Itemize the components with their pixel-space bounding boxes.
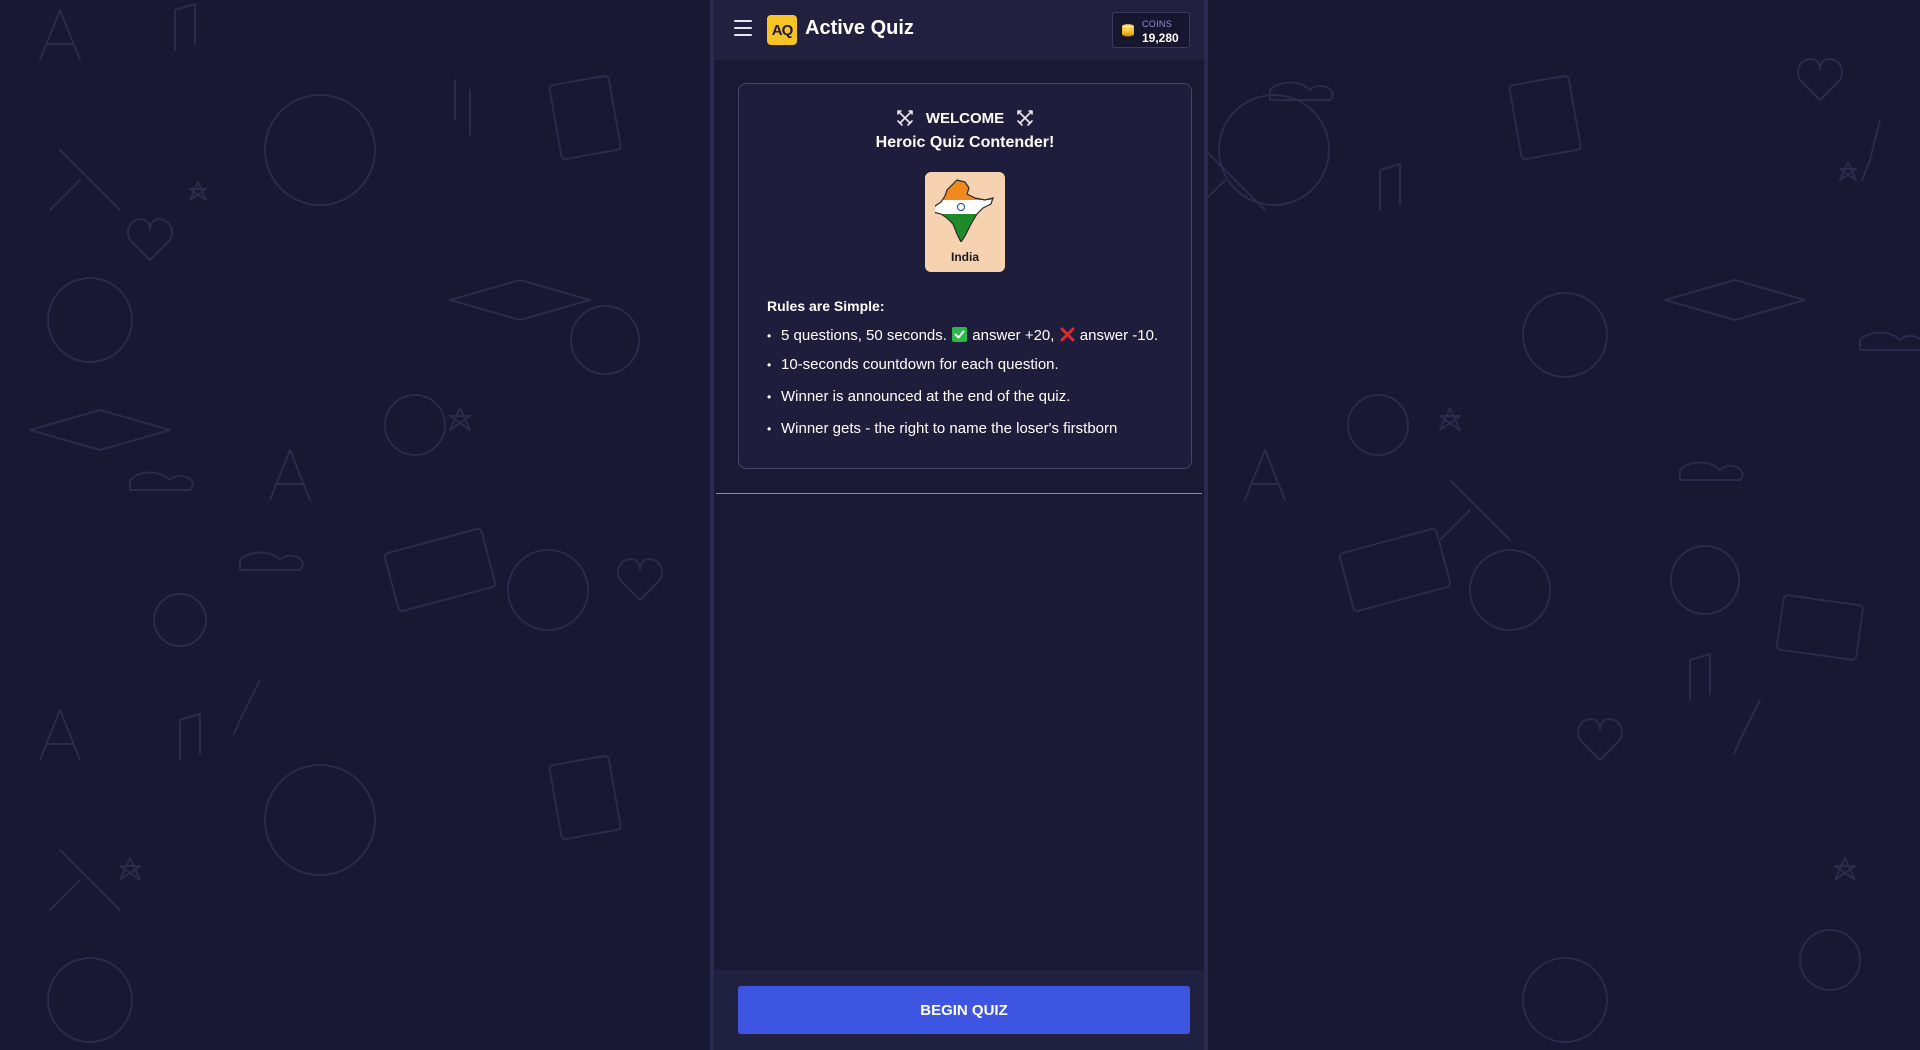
topic-card-india[interactable]: India — [925, 172, 1005, 272]
rule-1-part1: 5 questions, 50 seconds. — [781, 327, 947, 344]
hamburger-menu-icon[interactable] — [734, 20, 752, 36]
welcome-subtitle: Heroic Quiz Contender! — [875, 134, 1055, 151]
welcome-card: WELCOME Heroic Quiz Contender! India Rul… — [738, 83, 1192, 469]
cross-mark-icon — [1060, 327, 1075, 342]
topic-label: India — [950, 250, 979, 264]
rule-item-2: 10-seconds countdown for each question. — [767, 355, 1158, 375]
welcome-heading-row: WELCOME — [739, 108, 1191, 128]
crossed-swords-icon — [1017, 110, 1033, 126]
coins-label: COINS — [1142, 19, 1173, 29]
app-logo[interactable]: AQ — [767, 15, 797, 45]
footer-bar: BEGIN QUIZ — [714, 970, 1204, 1050]
app-title: Active Quiz — [805, 17, 914, 39]
coin-stack-icon — [1122, 24, 1134, 37]
logo-text: AQ — [771, 21, 793, 39]
rule-item-1: 5 questions, 50 seconds. answer +20, ans… — [767, 326, 1158, 346]
crossed-swords-icon — [897, 110, 913, 126]
rules-list: 5 questions, 50 seconds. answer +20, ans… — [767, 326, 1158, 439]
check-mark-icon — [952, 327, 968, 342]
rules-title: Rules are Simple: — [767, 298, 885, 314]
rule-1-part3: answer -10. — [1079, 327, 1159, 344]
rule-1-part2: answer +20, — [972, 327, 1055, 344]
begin-quiz-button[interactable]: BEGIN QUIZ — [738, 986, 1190, 1034]
section-divider — [716, 493, 1202, 494]
coins-value: 19,280 — [1142, 31, 1179, 45]
india-map-flag-icon — [935, 179, 994, 242]
rule-item-3: Winner is announced at the end of the qu… — [767, 387, 1158, 407]
rule-item-4: Winner gets - the right to name the lose… — [767, 419, 1158, 439]
coins-badge[interactable]: COINS 19,280 — [1112, 12, 1190, 48]
welcome-heading: WELCOME — [925, 109, 1005, 127]
quiz-app-panel: AQ Active Quiz COINS 19,280 WELCOME Hero… — [710, 0, 1208, 1050]
app-header: AQ Active Quiz COINS 19,280 — [714, 0, 1204, 60]
